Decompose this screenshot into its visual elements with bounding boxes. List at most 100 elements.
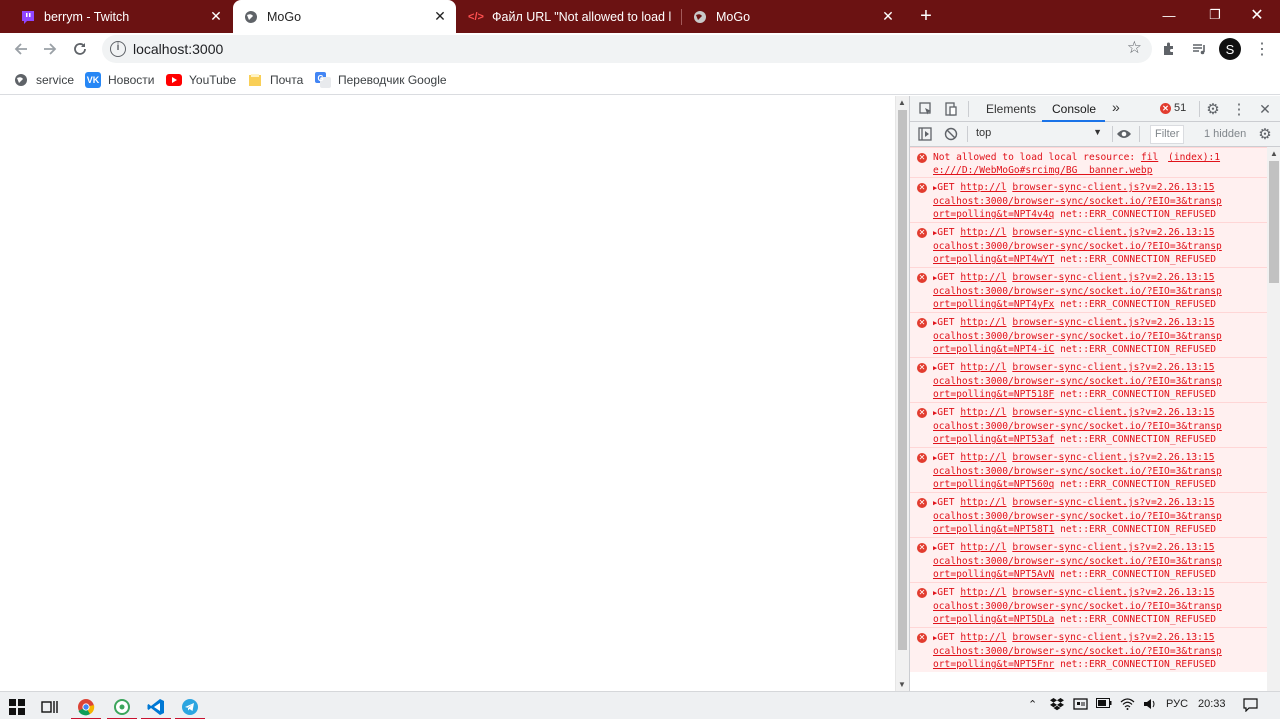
request-url-cont[interactable]: ocalhost:3000/browser-sync/socket.io/?EI… [933,285,1267,298]
source-link[interactable]: browser-sync-client.js?v=2.26.13:15 [1012,542,1214,553]
bookmark-service[interactable]: service [13,71,74,89]
source-link[interactable]: browser-sync-client.js?v=2.26.13:15 [1012,452,1214,463]
request-url-tail[interactable]: ort=polling&t=NPT4yFx [933,299,1054,310]
app-taskbar-icon[interactable] [107,694,137,719]
resource-link-cont[interactable]: e:///D:/WebMoGo#srcimg/BG banner.webp [933,164,1267,177]
request-url[interactable]: http://l [960,227,1006,238]
error-count[interactable]: 51 [1174,102,1186,114]
back-button[interactable] [9,37,33,61]
request-url-tail[interactable]: ort=polling&t=NPT5Fnr [933,659,1054,670]
media-control-icon[interactable] [1190,40,1208,58]
request-url-cont[interactable]: ocalhost:3000/browser-sync/socket.io/?EI… [933,555,1267,568]
new-tab-button[interactable]: + [914,4,938,28]
source-link[interactable]: browser-sync-client.js?v=2.26.13:15 [1012,317,1214,328]
bookmark-pochta[interactable]: Почта [247,71,303,89]
source-link[interactable]: browser-sync-client.js?v=2.26.13:15 [1012,362,1214,373]
request-url-tail[interactable]: ort=polling&t=NPT53af [933,434,1054,445]
dropbox-icon[interactable] [1050,698,1064,714]
source-link[interactable]: browser-sync-client.js?v=2.26.13:15 [1012,497,1214,508]
request-url-cont[interactable]: ocalhost:3000/browser-sync/socket.io/?EI… [933,420,1267,433]
tab-mogo-active[interactable]: MoGo ✕ [233,0,456,33]
error-count-icon[interactable]: ✕ [1160,103,1171,114]
telegram-taskbar-icon[interactable] [175,694,205,719]
show-hidden-icons-icon[interactable]: ⌃ [1028,698,1037,711]
chrome-taskbar-icon[interactable] [71,694,101,719]
reload-button[interactable] [68,37,92,61]
close-icon[interactable]: ✕ [880,8,896,25]
task-view-icon[interactable] [35,694,65,719]
request-url-tail[interactable]: ort=polling&t=NPT5DLa [933,614,1054,625]
extensions-icon[interactable] [1160,40,1178,58]
console-settings-gear-icon[interactable]: ⚙ [1257,126,1273,143]
maximize-button[interactable]: ❐ [1192,0,1238,30]
inspect-element-icon[interactable] [918,101,934,117]
page-scrollbar[interactable]: ▲ ▼ [895,96,909,691]
sidebar-toggle-icon[interactable] [917,126,933,142]
request-url[interactable]: http://l [960,542,1006,553]
request-url-tail[interactable]: ort=polling&t=NPT518F [933,389,1054,400]
volume-icon[interactable] [1143,698,1157,713]
close-devtools-icon[interactable]: ✕ [1257,101,1273,117]
info-icon[interactable]: i [110,41,126,57]
more-tabs-icon[interactable]: » [1112,99,1120,115]
bookmark-google-translate[interactable]: G Переводчик Google [315,71,447,89]
request-url[interactable]: http://l [960,452,1006,463]
notifications-app-icon[interactable] [1073,698,1088,715]
clock[interactable]: 20:33 [1198,698,1226,710]
wifi-icon[interactable] [1120,698,1135,713]
request-url-cont[interactable]: ocalhost:3000/browser-sync/socket.io/?EI… [933,645,1267,658]
filter-input[interactable]: Filter [1150,125,1184,144]
source-link[interactable]: browser-sync-client.js?v=2.26.13:15 [1012,632,1214,643]
eye-icon[interactable] [1116,126,1132,142]
request-url-cont[interactable]: ocalhost:3000/browser-sync/socket.io/?EI… [933,465,1267,478]
clear-console-icon[interactable] [943,126,959,142]
source-link[interactable]: browser-sync-client.js?v=2.26.13:15 [1012,227,1214,238]
tab-console[interactable]: Console [1052,102,1096,116]
device-toolbar-icon[interactable] [943,101,959,117]
close-icon[interactable]: ✕ [208,8,224,25]
request-url-tail[interactable]: ort=polling&t=NPT4v4q [933,209,1054,220]
close-icon[interactable]: ✕ [432,8,448,25]
vscode-taskbar-icon[interactable] [141,694,171,719]
bookmark-youtube[interactable]: YouTube [166,71,236,89]
close-window-button[interactable]: ✕ [1234,0,1280,30]
request-url[interactable]: http://l [960,407,1006,418]
source-link[interactable]: browser-sync-client.js?v=2.26.13:15 [1012,272,1214,283]
windows-start-icon[interactable] [2,694,32,719]
tab-twitch[interactable]: berrym - Twitch ✕ [10,0,232,33]
resource-link[interactable]: fil [1141,152,1158,163]
request-url-tail[interactable]: ort=polling&t=NPT560q [933,479,1054,490]
scrollbar-thumb[interactable] [1269,161,1279,283]
request-url-tail[interactable]: ort=polling&t=NPT58T1 [933,524,1054,535]
address-bar[interactable]: i localhost:3000 ☆ [102,35,1152,63]
request-url-cont[interactable]: ocalhost:3000/browser-sync/socket.io/?EI… [933,330,1267,343]
request-url[interactable]: http://l [960,587,1006,598]
bookmark-star-icon[interactable]: ☆ [1127,38,1142,58]
bookmark-novosti[interactable]: VK Новости [85,71,154,89]
tab-mogo[interactable]: MoGo ✕ [682,0,904,33]
scroll-up-arrow[interactable]: ▲ [898,98,906,107]
request-url[interactable]: http://l [960,272,1006,283]
scrollbar-thumb[interactable] [898,110,907,650]
language-indicator[interactable]: РУС [1166,698,1188,710]
request-url-tail[interactable]: ort=polling&t=NPT4-iC [933,344,1054,355]
request-url-cont[interactable]: ocalhost:3000/browser-sync/socket.io/?EI… [933,195,1267,208]
request-url[interactable]: http://l [960,362,1006,373]
menu-icon[interactable]: ⋮ [1253,40,1271,58]
devtools-menu-icon[interactable]: ⋮ [1231,101,1247,118]
request-url[interactable]: http://l [960,317,1006,328]
profile-avatar[interactable]: S [1219,38,1241,60]
request-url-tail[interactable]: ort=polling&t=NPT4wYT [933,254,1054,265]
tab-file-url[interactable]: </> Файл URL "Not allowed to load l [458,0,680,33]
request-url[interactable]: http://l [960,497,1006,508]
request-url[interactable]: http://l [960,632,1006,643]
source-link[interactable]: browser-sync-client.js?v=2.26.13:15 [1012,182,1214,193]
source-link[interactable]: browser-sync-client.js?v=2.26.13:15 [1012,587,1214,598]
request-url-cont[interactable]: ocalhost:3000/browser-sync/socket.io/?EI… [933,240,1267,253]
action-center-icon[interactable] [1243,698,1258,715]
settings-gear-icon[interactable]: ⚙ [1205,101,1221,118]
request-url-cont[interactable]: ocalhost:3000/browser-sync/socket.io/?EI… [933,600,1267,613]
request-url-cont[interactable]: ocalhost:3000/browser-sync/socket.io/?EI… [933,375,1267,388]
scroll-down-arrow[interactable]: ▼ [898,680,906,689]
minimize-button[interactable]: — [1146,0,1192,30]
